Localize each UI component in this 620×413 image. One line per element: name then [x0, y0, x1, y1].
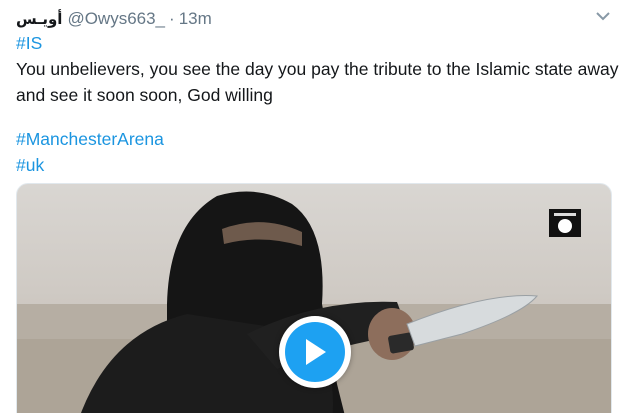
- tweet-text: #IS You unbelievers, you see the day you…: [16, 30, 619, 178]
- hashtag-is[interactable]: #IS: [16, 30, 606, 56]
- display-name[interactable]: أويـس: [16, 10, 62, 28]
- video-thumbnail[interactable]: [16, 183, 612, 413]
- tweet-card: أويـس @Owys663_ · 13m #IS You unbeliever…: [0, 0, 620, 413]
- black-flag-icon: [548, 207, 582, 239]
- chevron-down-icon[interactable]: [596, 11, 610, 21]
- play-button[interactable]: [279, 316, 351, 388]
- tweet-text-line-2: and see it soon soon, God willing: [16, 85, 273, 105]
- hashtag-uk[interactable]: #uk: [16, 152, 606, 178]
- tweet-header: أويـس @Owys663_ · 13m: [16, 7, 580, 31]
- separator-dot: ·: [169, 9, 175, 28]
- timestamp[interactable]: 13m: [179, 9, 212, 29]
- play-icon[interactable]: [285, 322, 345, 382]
- hashtag-manchesterarena[interactable]: #ManchesterArena: [16, 126, 606, 152]
- user-handle[interactable]: @Owys663_: [67, 9, 165, 29]
- tweet-text-line-1: You unbelievers, you see the day you pay…: [16, 59, 619, 79]
